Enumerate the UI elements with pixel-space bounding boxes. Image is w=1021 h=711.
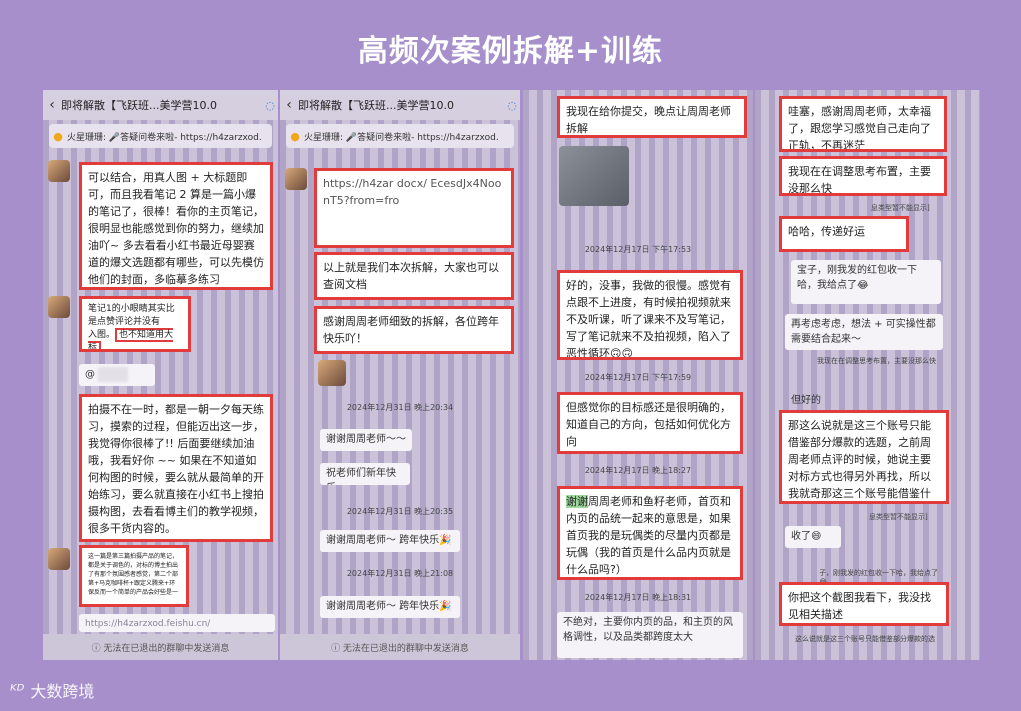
- chat-message: 哈哈，传递好运: [779, 216, 909, 252]
- chat-message: 以上就是我们本次拆解，大家也可以查阅文档: [314, 252, 514, 300]
- chat-message: 宝子，刚我发的红包收一下哈，我给点了😂: [791, 260, 941, 304]
- disabled-input-notice: ⓘ 无法在已退出的群聊中发送消息: [280, 634, 520, 660]
- chat-message: 再考虑考虑，想法 + 可实操性都需要结合起来～: [785, 314, 943, 350]
- pinned-message[interactable]: ● 火星珊珊: 🎤答疑问卷来啦- https://h4zarzxod.: [286, 124, 514, 148]
- chat-header: ‹ 即将解散【飞跃班...美学营10.0 ◌: [280, 90, 520, 120]
- chat-message-small: 这一篇是第三篇拍摄产品的笔记，都是关于调色的，对标的博主拍出了有那个氛围感者感觉…: [79, 545, 189, 607]
- chat-title: 即将解散【飞跃班...美学营10.0: [61, 99, 217, 112]
- sticker-image: [318, 360, 346, 386]
- chat-screenshot-2: ‹ 即将解散【飞跃班...美学营10.0 ◌ ● 火星珊珊: 🎤答疑问卷来啦- …: [280, 90, 520, 660]
- logo-mark: ᴷᴰ: [10, 680, 25, 700]
- chat-message: 我现在在调整思考布置，主要没那么快: [779, 156, 947, 196]
- system-notice: 这么说就是这三个账号只能借鉴部分爆款的选: [795, 635, 935, 643]
- disabled-input-notice: ⓘ 无法在已退出的群聊中发送消息: [43, 634, 278, 660]
- chat-message: 不绝对，主要你内页的品，和主页的风格调性，以及品类都跨度太大: [557, 612, 743, 658]
- timestamp: 2024年12月17日 晚上18:31: [584, 593, 692, 602]
- refresh-icon[interactable]: ◌: [504, 99, 520, 112]
- pinned-message[interactable]: ● 火星珊珊: 🎤答疑问卷来啦- https://h4zarzxod.: [49, 124, 272, 148]
- timestamp: 2024年12月31日 晚上20:35: [346, 507, 454, 516]
- chat-header: ‹ 即将解散【飞跃班...美学营10.0 ◌: [43, 90, 278, 120]
- chat-message: 可以结合，用真人图 + 大标题即可，而且我看笔记 2 算是一篇小爆的笔记了，很棒…: [79, 162, 273, 290]
- back-icon[interactable]: ‹: [280, 97, 298, 113]
- chat-screenshot-4: 哇塞，感谢周周老师，太幸福了，跟您学习感觉自己走向了正轨，不再迷茫 我现在在调整…: [755, 90, 980, 660]
- chat-message: 拍摄不在一时，都是一朝一夕每天练习，摸索的过程，但能迈出这一步，我觉得你很棒了!…: [79, 394, 273, 542]
- page-title: 高频次案例拆解+训练: [357, 34, 664, 69]
- timestamp: 2024年12月17日 下午17:53: [584, 245, 692, 254]
- chat-screenshot-1: ‹ 即将解散【飞跃班...美学营10.0 ◌ ● 火星珊珊: 🎤答疑问卷来啦- …: [43, 90, 278, 660]
- mention-message: @ xxxxx: [79, 364, 155, 386]
- chat-message: 哇塞，感谢周周老师，太幸福了，跟您学习感觉自己走向了正轨，不再迷茫: [779, 96, 947, 152]
- sticker-image: [559, 146, 629, 206]
- chat-message: 谢谢周周老师和鱼籽老师，首页和内页的品统一起来的意思是，如果首页我的是玩偶类的尽…: [557, 486, 743, 580]
- timestamp: 2024年12月31日 晚上21:08: [346, 569, 454, 578]
- brand-logo: ᴷᴰ 大数跨境: [10, 678, 94, 702]
- chat-message: 你把这个截图我看下，我没找见相关描述: [779, 582, 949, 626]
- avatar[interactable]: [48, 160, 70, 182]
- highlighted-text: 谢谢: [566, 495, 588, 508]
- chat-message: 好的，没事，我做的很慢。感觉有点跟不上进度，有时候拍视频就来不及听课，听了课来不…: [557, 270, 743, 360]
- chat-message: 感谢周周老师细致的拆解，各位跨年快乐吖！: [314, 306, 514, 354]
- link-message[interactable]: https://h4zarzxod.feishu.cn/: [79, 614, 275, 632]
- avatar[interactable]: [285, 168, 307, 190]
- timestamp: 2024年12月17日 晚上18:27: [584, 466, 692, 475]
- chat-message: 谢谢周周老师～ 跨年快乐🎉: [320, 596, 460, 618]
- timestamp: 2024年12月17日 下午17:59: [584, 373, 692, 382]
- chat-title: 即将解散【飞跃班...美学营10.0: [298, 99, 454, 112]
- pin-avatar-icon: ●: [290, 129, 300, 143]
- chat-message: 那这么说就是这三个账号只能借鉴部分爆款的选题，之前周周老师点评的时候，她说主要对…: [779, 410, 949, 504]
- chat-message: 谢谢周周老师～ 跨年快乐🎉: [320, 530, 460, 552]
- chat-message: 我现在给你提交，晚点让周周老师拆解: [557, 96, 747, 138]
- link-message[interactable]: https://h4zar docx/ EcesdJx4Noo nT5?from…: [314, 168, 514, 248]
- chat-message: 但好的: [791, 395, 821, 406]
- refresh-icon[interactable]: ◌: [262, 99, 278, 112]
- chat-message: 谢谢周周老师～～: [320, 429, 412, 451]
- logo-text: 大数跨境: [30, 682, 95, 701]
- avatar[interactable]: [48, 548, 70, 570]
- system-notice: 息类型暂不能显示]: [871, 204, 930, 212]
- chat-message: 收了😄: [785, 526, 841, 548]
- system-notice: 我现在在调整思考布置，主要没那么快: [817, 357, 936, 365]
- avatar[interactable]: [48, 296, 70, 318]
- pin-avatar-icon: ●: [53, 129, 63, 143]
- back-icon[interactable]: ‹: [43, 97, 61, 113]
- timestamp: 2024年12月31日 晚上20:34: [346, 403, 454, 412]
- chat-message: 祝老师们新年快乐: [320, 463, 410, 485]
- chat-message-partial: 笔记1的小眼睛其实比 是点赞评论并没有 入图。 也不知道用大标: [79, 296, 191, 352]
- chat-screenshot-3: 我现在给你提交，晚点让周周老师拆解 2024年12月17日 下午17:53 好的…: [523, 90, 753, 660]
- chat-message: 但感觉你的目标感还是很明确的，知道自己的方向，包括如何优化方向: [557, 392, 743, 454]
- system-notice: 息类型暂不能显示]: [869, 513, 928, 521]
